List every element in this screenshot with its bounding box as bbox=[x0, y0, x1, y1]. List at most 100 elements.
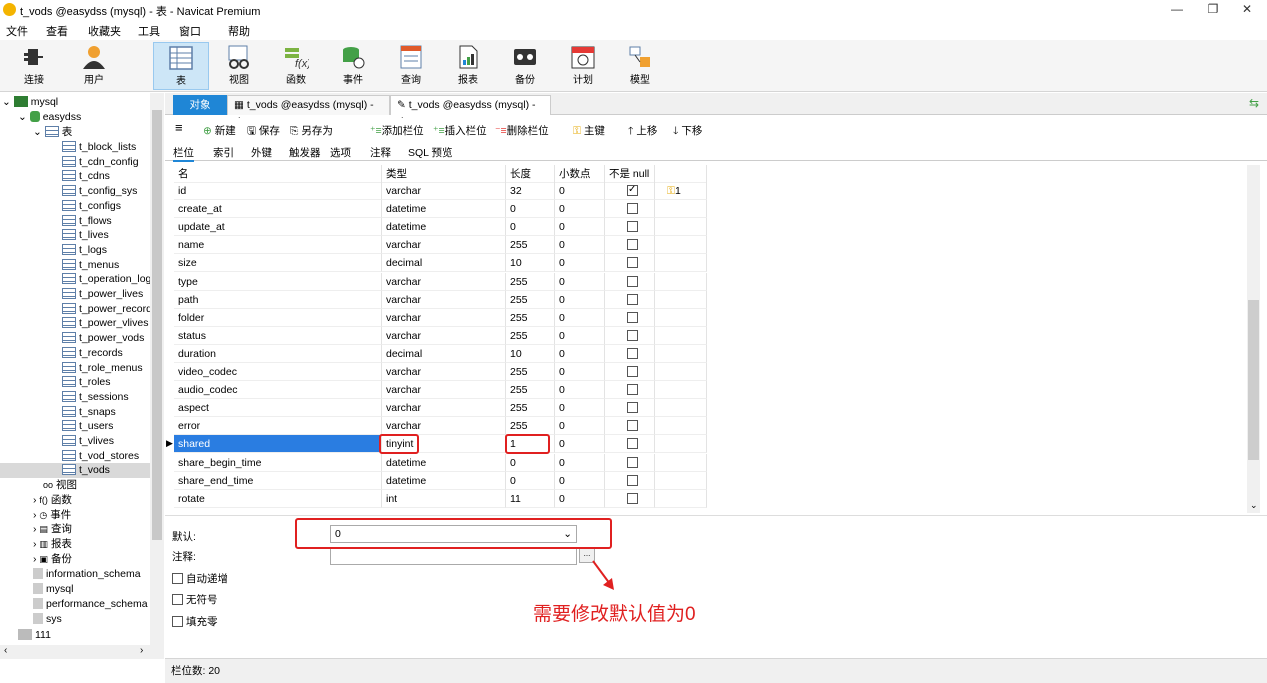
field-dec-cell[interactable]: 0 bbox=[555, 200, 605, 219]
field-name-cell[interactable]: duration bbox=[174, 344, 382, 363]
key-cell[interactable] bbox=[655, 272, 707, 291]
field-dec-cell[interactable]: 0 bbox=[555, 254, 605, 273]
field-type-cell[interactable]: varchar bbox=[382, 290, 506, 309]
move-down-button[interactable]: 🡓 下移 bbox=[673, 123, 702, 141]
tree-database-item[interactable]: performance_schema bbox=[33, 597, 163, 612]
insert-field-button[interactable]: ⁺≡插入栏位 bbox=[433, 123, 487, 138]
not-null-cell[interactable] bbox=[605, 326, 655, 345]
tree-table-item[interactable]: t_cdns bbox=[0, 169, 150, 184]
field-name-cell[interactable]: share_end_time bbox=[174, 471, 382, 490]
subtab-indexes[interactable]: 索引 bbox=[213, 145, 234, 160]
tree-table-item[interactable]: t_vlives bbox=[0, 434, 150, 449]
menu-window[interactable]: 窗口 bbox=[179, 23, 201, 39]
field-len-cell[interactable]: 0 bbox=[506, 218, 555, 237]
field-name-cell[interactable]: update_at bbox=[174, 218, 382, 237]
auto-increment-checkbox[interactable]: 自动递增 bbox=[172, 571, 228, 586]
save-as-button[interactable]: ⎘ 另存为 bbox=[290, 123, 333, 138]
key-cell[interactable] bbox=[655, 453, 707, 472]
tree-table-item[interactable]: t_vods bbox=[0, 463, 150, 479]
column-header[interactable]: 类型 bbox=[382, 165, 506, 183]
sidebar-horizontal-scrollbar[interactable]: ‹ › bbox=[0, 645, 164, 659]
new-button[interactable]: ⊕ 新建 bbox=[203, 123, 236, 138]
scroll-down-icon[interactable]: ⌄ bbox=[1250, 500, 1258, 511]
field-dec-cell[interactable]: 0 bbox=[555, 417, 605, 436]
tree-database-item[interactable]: mysql bbox=[33, 582, 163, 597]
tree-table-item[interactable]: t_flows bbox=[0, 214, 150, 229]
not-null-checkbox[interactable] bbox=[627, 293, 638, 305]
field-type-cell[interactable]: decimal bbox=[382, 254, 506, 273]
field-len-cell[interactable]: 255 bbox=[506, 236, 555, 255]
table-button[interactable]: 表 bbox=[153, 42, 209, 90]
not-null-cell[interactable] bbox=[605, 182, 655, 200]
field-type-cell[interactable]: varchar bbox=[382, 272, 506, 291]
field-dec-cell[interactable]: 0 bbox=[555, 489, 605, 508]
field-type-cell[interactable]: int bbox=[382, 489, 506, 508]
not-null-cell[interactable] bbox=[605, 254, 655, 273]
not-null-checkbox[interactable] bbox=[627, 456, 638, 468]
not-null-cell[interactable] bbox=[605, 471, 655, 490]
key-cell[interactable]: ⚿1 bbox=[655, 182, 707, 200]
not-null-checkbox[interactable] bbox=[627, 492, 638, 504]
tree-table-item[interactable]: t_power_vods bbox=[0, 331, 150, 346]
chevron-down-icon[interactable]: ⌄ bbox=[2, 96, 14, 108]
tree-table-item[interactable]: t_operation_log bbox=[0, 272, 151, 287]
tree-database-easydss[interactable]: ⌄ easydss bbox=[18, 110, 163, 125]
scroll-right-icon[interactable]: › bbox=[140, 645, 143, 656]
tree-table-item[interactable]: t_config_sys bbox=[0, 184, 150, 199]
tree-table-item[interactable]: t_vod_stores bbox=[0, 449, 150, 464]
sidebar-scroll-thumb[interactable] bbox=[152, 110, 162, 540]
function-button[interactable]: f(x) 函数 bbox=[268, 42, 324, 90]
minimize-button[interactable]: — bbox=[1162, 2, 1192, 18]
model-button[interactable]: 模型 bbox=[612, 42, 668, 90]
menu-icon[interactable]: ≡ bbox=[175, 120, 183, 135]
tree-node-item[interactable]: › ◷ 事件 bbox=[33, 508, 163, 523]
field-type-cell[interactable]: datetime bbox=[382, 471, 506, 490]
column-header[interactable]: 不是 null bbox=[605, 165, 655, 183]
tab-objects[interactable]: 对象 bbox=[173, 95, 227, 115]
tree-table-item[interactable]: t_configs bbox=[0, 199, 150, 214]
tree-table-item[interactable]: t_block_lists bbox=[0, 140, 150, 155]
key-cell[interactable] bbox=[655, 200, 707, 219]
view-button[interactable]: 视图 bbox=[211, 42, 267, 90]
field-name-cell[interactable]: aspect bbox=[174, 399, 382, 418]
tab-table-design[interactable]: ✎ t_vods @easydss (mysql) - 表 bbox=[390, 95, 551, 129]
key-cell[interactable] bbox=[655, 381, 707, 400]
subtab-foreign-keys[interactable]: 外键 bbox=[251, 145, 272, 160]
chevron-down-icon[interactable]: ⌄ bbox=[33, 126, 45, 138]
delete-field-button[interactable]: ⁻≡删除栏位 bbox=[495, 123, 549, 138]
field-dec-cell[interactable]: 0 bbox=[555, 218, 605, 237]
tree-connection-item[interactable]: 111 bbox=[18, 628, 163, 643]
field-len-cell[interactable]: 0 bbox=[506, 453, 555, 472]
tab-table-list[interactable]: ▦ t_vods @easydss (mysql) - 表 bbox=[227, 95, 390, 129]
subtab-fields[interactable]: 栏位 bbox=[173, 145, 194, 162]
field-type-cell[interactable]: varchar bbox=[382, 326, 506, 345]
not-null-cell[interactable] bbox=[605, 272, 655, 291]
tree-node-item[interactable]: › ▤ 查询 bbox=[33, 522, 163, 537]
field-name-cell[interactable]: folder bbox=[174, 308, 382, 327]
not-null-cell[interactable] bbox=[605, 200, 655, 219]
field-name-cell[interactable]: audio_codec bbox=[174, 381, 382, 400]
column-header[interactable] bbox=[655, 165, 707, 183]
field-type-cell[interactable]: varchar bbox=[382, 399, 506, 418]
add-field-button[interactable]: ⁺≡添加栏位 bbox=[370, 123, 424, 138]
field-type-cell[interactable]: datetime bbox=[382, 453, 506, 472]
field-len-cell[interactable]: 255 bbox=[506, 363, 555, 381]
field-len-cell[interactable]: 255 bbox=[506, 290, 555, 309]
key-cell[interactable] bbox=[655, 471, 707, 490]
column-header[interactable]: 名 bbox=[174, 165, 382, 183]
tree-table-item[interactable]: t_cdn_config bbox=[0, 155, 150, 170]
comment-input[interactable] bbox=[330, 547, 577, 565]
not-null-cell[interactable] bbox=[605, 308, 655, 327]
not-null-cell[interactable] bbox=[605, 417, 655, 436]
tree-tables-node[interactable]: ⌄ 表 bbox=[33, 125, 163, 140]
chevron-down-icon[interactable]: ⌄ bbox=[18, 111, 30, 123]
not-null-checkbox[interactable] bbox=[627, 203, 638, 215]
not-null-checkbox[interactable] bbox=[627, 402, 638, 414]
field-type-cell[interactable]: varchar bbox=[382, 381, 506, 400]
key-cell[interactable] bbox=[655, 399, 707, 418]
field-dec-cell[interactable]: 0 bbox=[555, 326, 605, 345]
event-button[interactable]: 事件 bbox=[325, 42, 381, 90]
field-dec-cell[interactable]: 0 bbox=[555, 272, 605, 291]
unsigned-checkbox[interactable]: 无符号 bbox=[172, 592, 218, 607]
not-null-checkbox[interactable] bbox=[627, 420, 638, 432]
